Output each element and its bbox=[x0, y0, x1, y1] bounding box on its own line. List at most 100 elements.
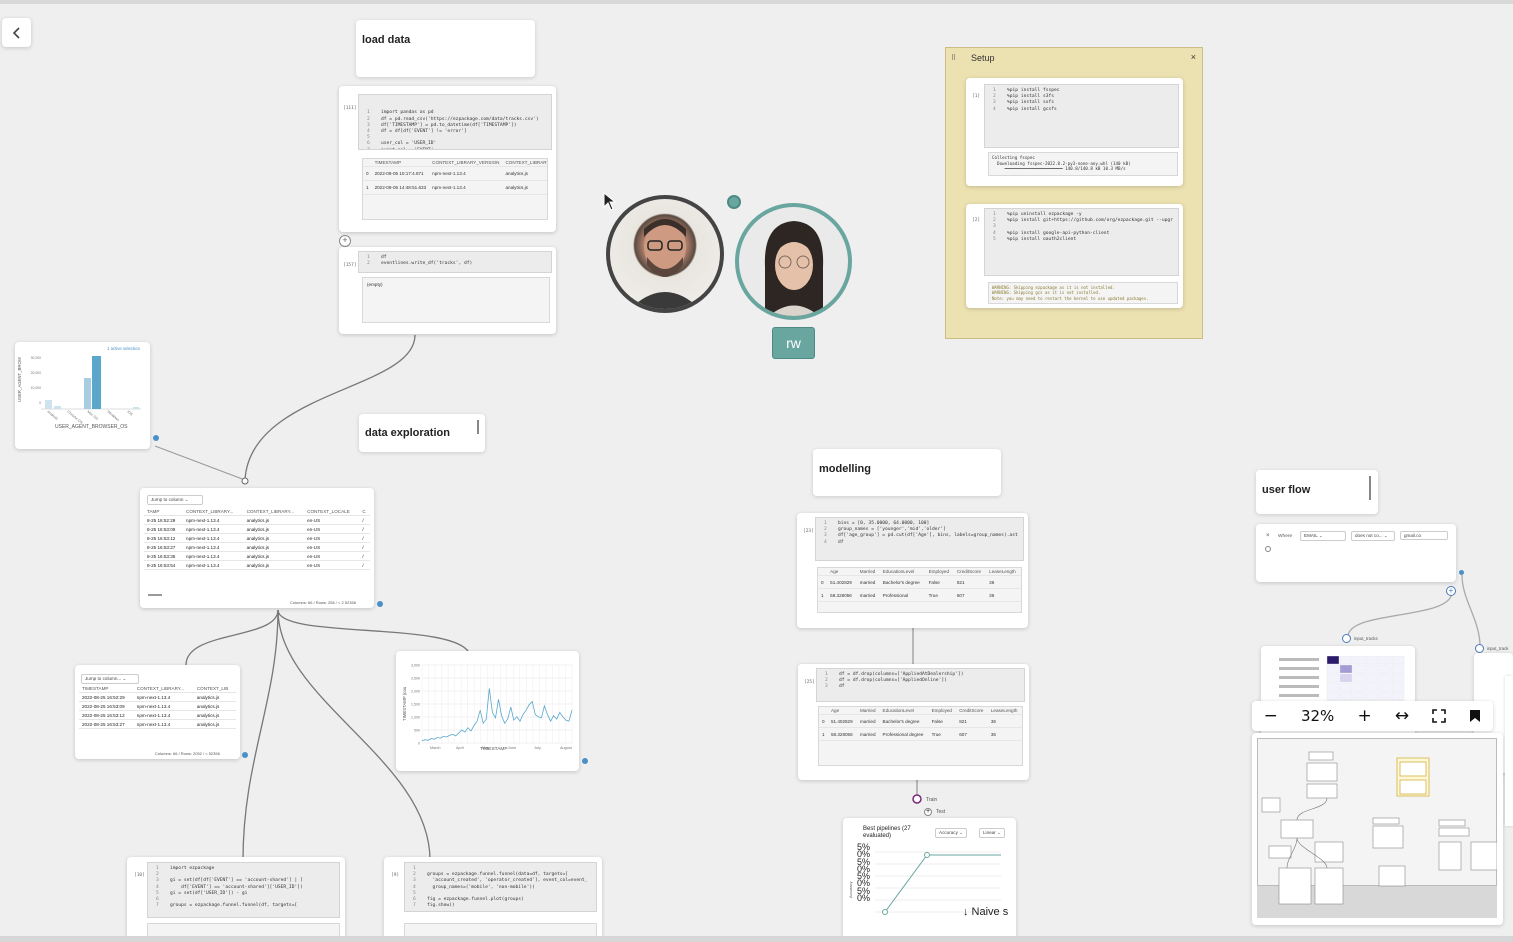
column-header[interactable]: TIMESTAMP bbox=[371, 159, 430, 167]
collaborator-avatar[interactable]: rw bbox=[772, 327, 815, 359]
pipeline-chart-card[interactable]: Best pipelines (27 evaluated) Accuracy ⌄… bbox=[843, 818, 1016, 942]
code-editor[interactable]: 1 import ezpackage 2 3 gi = set(df[df['EVEN… bbox=[147, 862, 340, 918]
heatmap-cell[interactable] bbox=[1365, 691, 1379, 701]
explore-table-card[interactable]: Jump to column ⌄ TAMP CONTEXT_LIBRARY... C… bbox=[140, 488, 374, 608]
heatmap-cell[interactable] bbox=[1391, 664, 1405, 674]
model-cell-1[interactable]: [23] 1 bins = [0, 35.0000, 64.0000, 100] 2… bbox=[797, 513, 1028, 628]
heatmap-cell[interactable] bbox=[1326, 656, 1340, 665]
heatmap-cell[interactable] bbox=[1326, 682, 1340, 692]
add-node-icon[interactable]: + bbox=[1446, 586, 1456, 596]
info-dot-icon[interactable] bbox=[582, 758, 588, 764]
heatmap-cell[interactable] bbox=[1378, 656, 1392, 665]
column-header[interactable] bbox=[818, 568, 828, 576]
column-header[interactable]: LeaseLength bbox=[986, 568, 1021, 576]
code-editor[interactable]: 1 import pandas as pd 2 df = pd.read_csv('h… bbox=[358, 94, 552, 150]
heatmap-cell[interactable] bbox=[1391, 682, 1405, 692]
column-header[interactable] bbox=[363, 159, 372, 167]
jump-to-column-select[interactable]: Jump to column ⌄ bbox=[147, 495, 203, 505]
heatmap-cell[interactable] bbox=[1352, 664, 1366, 674]
heatmap-cell[interactable] bbox=[1365, 664, 1379, 674]
table-row[interactable]: 1 2022-08-05 14:48:51.633 npm-next-1.13.4 a… bbox=[363, 180, 547, 195]
setup-cell-2[interactable]: [2] 1 %pip uninstall ezpackage -y 2 %pip in… bbox=[966, 204, 1183, 308]
table-row[interactable]: 8-25 16:53:35 npm-next-1.13.4 analytics.js… bbox=[144, 551, 370, 561]
column-header[interactable]: C bbox=[359, 508, 370, 516]
heatmap-cell[interactable] bbox=[1391, 673, 1405, 683]
model-cell-2[interactable]: [25] 1 df = df.drop(columns=['AppliedAtDe… bbox=[798, 664, 1029, 780]
column-header[interactable]: EducationLevel bbox=[879, 707, 929, 715]
table-row[interactable]: 0 51.402829 married Bachelor's degree False 8… bbox=[819, 714, 1022, 728]
scrollbar[interactable] bbox=[148, 594, 162, 596]
table-row[interactable]: 2022-08-25 16:53:27 npm-next-1.13.4 analyt… bbox=[79, 719, 236, 729]
table-row[interactable]: 1 58.328056 married Professional True 607 36 bbox=[818, 588, 1021, 602]
column-header[interactable]: CONTEXT_LIB bbox=[193, 685, 236, 693]
add-filter-icon[interactable] bbox=[1265, 546, 1271, 552]
zoom-in-button[interactable]: + bbox=[1357, 706, 1371, 726]
heatmap-cell[interactable] bbox=[1339, 656, 1353, 665]
field-select[interactable]: EMAIL ⌄ bbox=[1300, 531, 1346, 541]
drag-handle-icon[interactable]: ⠿ bbox=[951, 54, 956, 62]
fullscreen-icon[interactable] bbox=[1432, 709, 1447, 723]
title-load-data[interactable]: load data bbox=[356, 20, 535, 77]
table-row[interactable]: 8-25 16:52:29 npm-next-1.13.4 analytics.js… bbox=[144, 515, 370, 525]
table-row[interactable]: 0 2022-08-05 10:17:4.871 npm-next-1.13.4 an… bbox=[363, 166, 547, 181]
column-header[interactable]: CreditScore bbox=[956, 707, 988, 715]
model-select[interactable]: Linear ⌄ bbox=[979, 828, 1005, 838]
fit-width-icon[interactable]: ↔ bbox=[1395, 706, 1409, 726]
column-header[interactable]: Age bbox=[827, 707, 857, 715]
heatmap-cell[interactable] bbox=[1365, 673, 1379, 683]
participant-video-1[interactable] bbox=[606, 195, 724, 313]
minimap-canvas[interactable] bbox=[1257, 738, 1497, 918]
table-row[interactable]: 8-25 16:53:12 npm-next-1.13.4 analytics.js… bbox=[144, 533, 370, 543]
code-editor[interactable]: 1 df 2 eventlines.write_df('tracks', df) bbox=[358, 251, 552, 273]
jump-to-column-select[interactable]: Jump to column... ⌄ bbox=[81, 674, 139, 684]
column-header[interactable]: CONTEXT_LIBRARY... bbox=[243, 508, 305, 516]
heatmap-cell[interactable] bbox=[1326, 664, 1340, 674]
heatmap-cell[interactable] bbox=[1365, 656, 1379, 665]
heatmap-cell[interactable] bbox=[1378, 682, 1392, 692]
code-editor[interactable]: 1 2 groups = ezpackage.funnel.funnel(data… bbox=[404, 862, 597, 912]
table-row[interactable]: 8-25 16:53:09 npm-next-1.13.4 analytics.js… bbox=[144, 524, 370, 534]
column-header[interactable]: TIMESTAMP bbox=[79, 685, 134, 693]
user-flow-filter[interactable]: × Where EMAIL ⌄ does not co... ⌄ gmail.c… bbox=[1256, 524, 1456, 582]
load-data-cell[interactable]: [111] 1 import pandas as pd 2 df = pd.read_… bbox=[339, 86, 556, 232]
info-dot-icon[interactable] bbox=[1459, 570, 1464, 575]
minimap[interactable] bbox=[1252, 733, 1503, 925]
heatmap-cell[interactable] bbox=[1391, 691, 1405, 701]
heatmap-cell[interactable] bbox=[1352, 673, 1366, 683]
heatmap-cell[interactable] bbox=[1326, 673, 1340, 683]
bookmark-icon[interactable] bbox=[1469, 709, 1481, 723]
heatmap-cell[interactable] bbox=[1378, 664, 1392, 674]
column-header[interactable]: EducationLevel bbox=[879, 568, 926, 576]
heatmap-cell[interactable] bbox=[1339, 664, 1353, 674]
column-header[interactable]: Employed bbox=[925, 568, 954, 576]
close-icon[interactable]: × bbox=[1266, 533, 1270, 539]
heatmap-cell[interactable] bbox=[1391, 656, 1405, 665]
title-modelling[interactable]: modelling bbox=[813, 449, 1001, 496]
table-row[interactable]: 1 58.328056 married Professional degree True… bbox=[819, 727, 1022, 741]
selection-badge[interactable]: 1 active selection bbox=[107, 346, 140, 351]
close-icon[interactable]: × bbox=[1191, 52, 1196, 62]
zoom-out-button[interactable]: − bbox=[1264, 706, 1278, 726]
column-header[interactable]: Age bbox=[827, 568, 857, 576]
heatmap-cell[interactable] bbox=[1339, 673, 1353, 683]
table-row[interactable]: 2022-08-25 16:53:09 npm-next-1.13.4 analyt… bbox=[79, 701, 236, 711]
info-dot-icon[interactable] bbox=[377, 601, 383, 607]
info-dot-icon[interactable] bbox=[153, 435, 159, 441]
column-header[interactable]: CONTEXT_LIBRARY... bbox=[183, 508, 244, 516]
funnel-cell-1[interactable]: [10] 1 import ezpackage 2 3 gi = set(df[df[… bbox=[127, 857, 345, 942]
add-cell-icon[interactable]: + bbox=[339, 235, 351, 247]
table-row[interactable]: 0 51.402829 married Bachelor's degree False 8… bbox=[818, 575, 1021, 589]
operator-select[interactable]: does not co... ⌄ bbox=[1351, 531, 1395, 541]
heatmap-cell[interactable] bbox=[1365, 682, 1379, 692]
write-cell[interactable]: [157] 1 df 2 eventlines.write_df('tracks', … bbox=[339, 247, 556, 334]
heatmap-cell[interactable] bbox=[1352, 682, 1366, 692]
column-header[interactable]: LeaseLength bbox=[987, 707, 1022, 715]
column-header[interactable] bbox=[819, 707, 828, 715]
column-header[interactable]: CONTEXT_LIBRARY_NAME bbox=[502, 159, 547, 167]
heatmap-cell[interactable] bbox=[1326, 691, 1340, 701]
table-row[interactable]: 8-25 16:53:27 npm-next-1.13.4 analytics.js… bbox=[144, 542, 370, 552]
heatmap-cell[interactable] bbox=[1378, 673, 1392, 683]
heatmap-cell[interactable] bbox=[1339, 682, 1353, 692]
setup-section[interactable]: ⠿ Setup × [1] 1 %pip install fsspec 2 %pip … bbox=[945, 47, 1203, 339]
bar-chart-card[interactable]: 1 active selection USER_AGENT_BROW 30,00… bbox=[15, 342, 150, 449]
